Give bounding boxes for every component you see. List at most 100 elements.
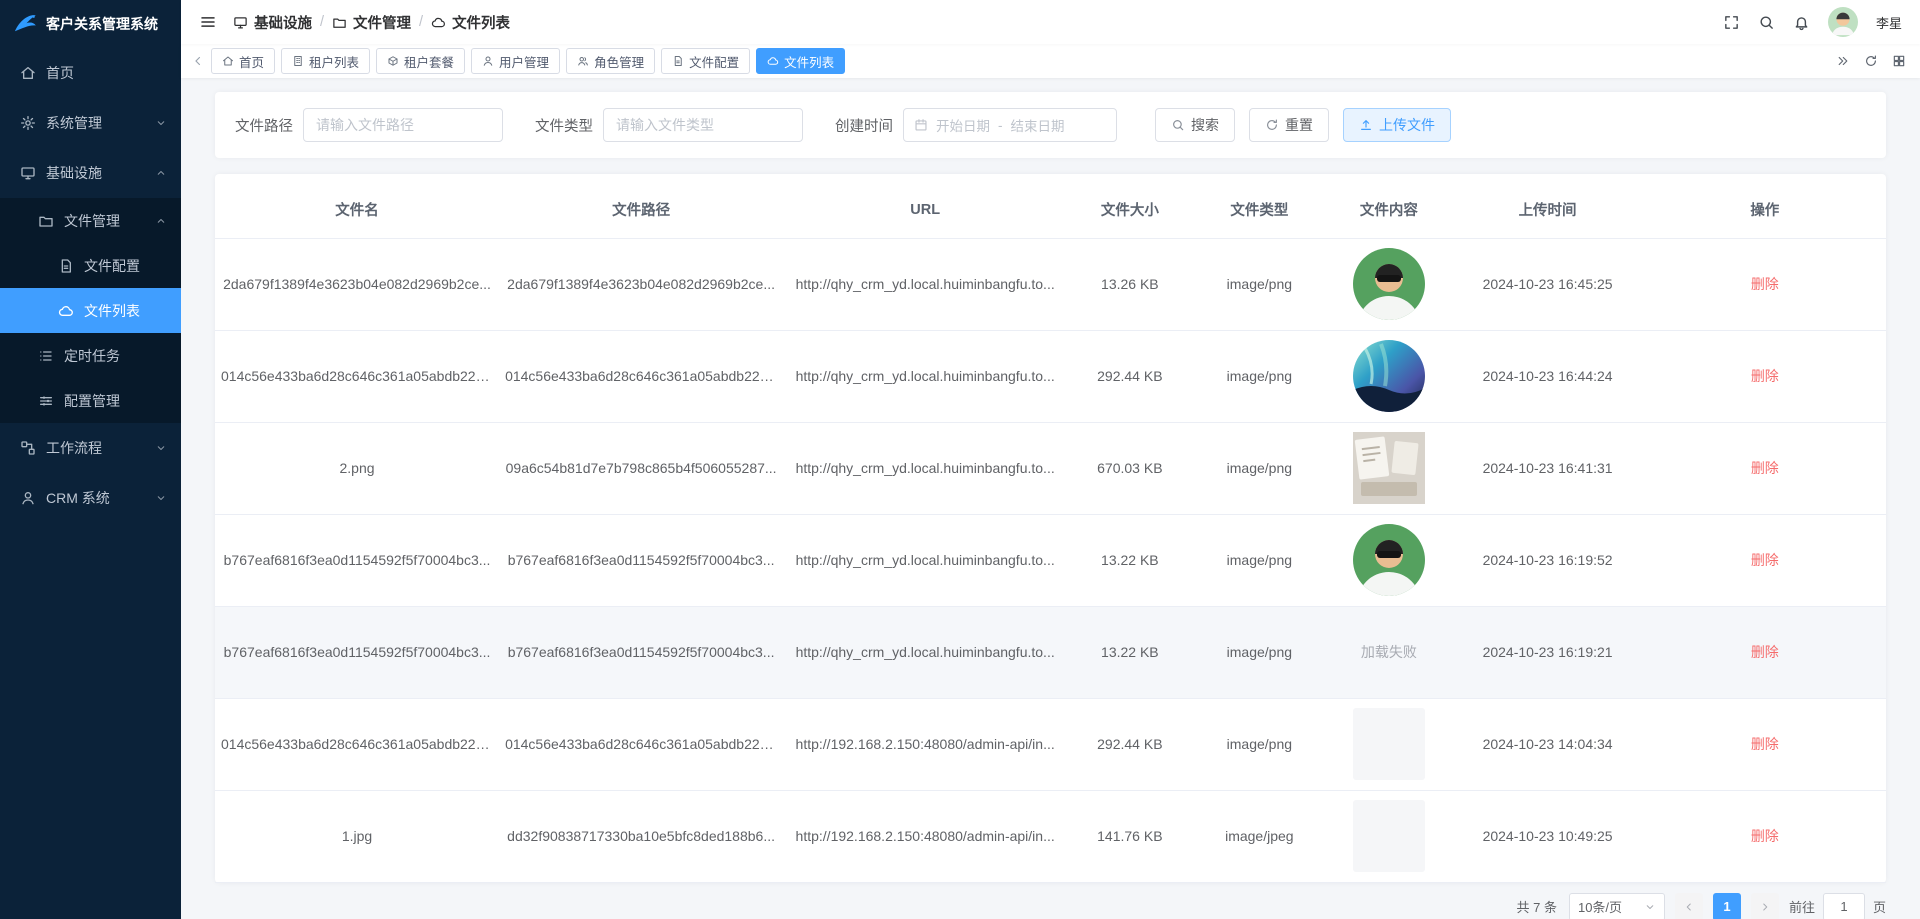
delete-button[interactable]: 删除 bbox=[1751, 644, 1779, 660]
file-content-cell: 加载失败 bbox=[1326, 606, 1452, 699]
refresh-icon[interactable] bbox=[1864, 54, 1878, 68]
search-button[interactable]: 搜索 bbox=[1155, 108, 1235, 142]
file-type-input[interactable] bbox=[603, 108, 803, 142]
upload-file-button[interactable]: 上传文件 bbox=[1343, 108, 1451, 142]
sidebar-item-label: 系统管理 bbox=[46, 115, 102, 131]
sidebar-item-label: 首页 bbox=[46, 65, 74, 81]
monitor-icon bbox=[233, 15, 248, 30]
tab-item[interactable]: 文件列表 bbox=[756, 48, 846, 74]
sidebar-item-home[interactable]: 首页 bbox=[0, 48, 181, 98]
file-thumbnail[interactable] bbox=[1352, 340, 1425, 412]
sidebar-item-scheduled-tasks[interactable]: 定时任务 bbox=[0, 333, 181, 378]
file-type-cell: image/png bbox=[1192, 330, 1327, 423]
file-path-input[interactable] bbox=[303, 108, 503, 142]
file-thumbnail[interactable] bbox=[1352, 708, 1425, 780]
file-thumbnail[interactable] bbox=[1352, 248, 1425, 320]
tabs-controls bbox=[1836, 54, 1910, 68]
file-content-cell bbox=[1326, 330, 1452, 423]
file-path-cell: dd32f90838717330ba10e5bfc8ded188b6... bbox=[499, 790, 784, 883]
tab-item[interactable]: 用户管理 bbox=[471, 48, 561, 74]
column-header: 文件路径 bbox=[499, 182, 784, 239]
cloud-icon bbox=[58, 303, 74, 319]
breadcrumb-item[interactable]: 文件管理 bbox=[332, 12, 411, 33]
username[interactable]: 李星 bbox=[1876, 13, 1902, 32]
column-header: 上传时间 bbox=[1451, 182, 1644, 239]
delete-button[interactable]: 删除 bbox=[1751, 552, 1779, 568]
tab-label: 用户管理 bbox=[499, 55, 550, 70]
page-size-select[interactable]: 10条/页 bbox=[1568, 892, 1665, 919]
tabs-scroll-right-icon[interactable] bbox=[1836, 54, 1850, 68]
file-name-cell: 014c56e433ba6d28c646c361a05abdb225... bbox=[215, 698, 500, 791]
goto-page-input[interactable] bbox=[1822, 892, 1865, 919]
chevron-down-icon bbox=[155, 442, 167, 454]
bell-icon[interactable] bbox=[1793, 14, 1810, 31]
column-header: 文件内容 bbox=[1326, 182, 1452, 239]
column-header: URL bbox=[783, 182, 1068, 239]
delete-button[interactable]: 删除 bbox=[1751, 368, 1779, 384]
breadcrumb-item[interactable]: 文件列表 bbox=[431, 12, 510, 33]
column-header: 文件名 bbox=[215, 182, 500, 239]
reset-button[interactable]: 重置 bbox=[1249, 108, 1329, 142]
file-thumbnail[interactable] bbox=[1352, 432, 1425, 504]
file-thumbnail[interactable] bbox=[1352, 800, 1425, 872]
chevron-down-icon bbox=[155, 492, 167, 504]
tab-item[interactable]: 角色管理 bbox=[566, 48, 656, 74]
fullscreen-icon[interactable] bbox=[1723, 14, 1740, 31]
tab-item[interactable]: 首页 bbox=[211, 48, 276, 74]
file-table: 文件名 文件路径 URL 文件大小 文件类型 文件内容 上传时间 操作 2da679f1389… bbox=[215, 182, 1886, 883]
topbar: 基础设施 / 文件管理 / 文件列表 李星 bbox=[181, 0, 1920, 44]
tab-label: 租户套餐 bbox=[404, 55, 455, 70]
sliders-icon bbox=[38, 393, 54, 409]
sidebar-item-file-config[interactable]: 文件配置 bbox=[0, 243, 181, 288]
chevron-up-icon bbox=[155, 215, 167, 227]
tab-item[interactable]: 文件配置 bbox=[661, 48, 751, 74]
file-name-cell: 014c56e433ba6d28c646c361a05abdb225... bbox=[215, 330, 500, 423]
next-page-button[interactable] bbox=[1750, 892, 1779, 919]
actions-cell: 删除 bbox=[1643, 606, 1886, 699]
sidebar-item-system-mgmt[interactable]: 系统管理 bbox=[0, 98, 181, 148]
tab-options-grid-icon[interactable] bbox=[1892, 54, 1906, 68]
sidebar-item-crm-system[interactable]: CRM 系统 bbox=[0, 473, 181, 523]
file-path-cell: b767eaf6816f3ea0d1154592f5f70004bc3... bbox=[499, 514, 784, 607]
file-path-label: 文件路径 bbox=[235, 118, 293, 135]
actions-cell: 删除 bbox=[1643, 330, 1886, 423]
sidebar-item-workflow[interactable]: 工作流程 bbox=[0, 423, 181, 473]
breadcrumb-item[interactable]: 基础设施 bbox=[233, 12, 312, 33]
calendar-icon bbox=[914, 118, 928, 132]
monitor-icon bbox=[20, 165, 36, 181]
search-icon[interactable] bbox=[1758, 14, 1775, 31]
file-type-cell: image/png bbox=[1192, 238, 1327, 331]
sidebar-item-file-list[interactable]: 文件列表 bbox=[0, 288, 181, 333]
prev-page-button[interactable] bbox=[1674, 892, 1703, 919]
upload-time-cell: 2024-10-23 16:41:31 bbox=[1451, 422, 1644, 515]
file-size-cell: 670.03 KB bbox=[1067, 422, 1193, 515]
workflow-icon bbox=[20, 440, 36, 456]
filter-create-time: 创建时间 开始日期 - 结束日期 bbox=[835, 108, 1117, 142]
file-thumbnail[interactable] bbox=[1352, 524, 1425, 596]
breadcrumb-label: 文件管理 bbox=[353, 15, 412, 32]
tabs-scroll-left-icon[interactable] bbox=[191, 54, 205, 68]
upload-time-cell: 2024-10-23 14:04:34 bbox=[1451, 698, 1644, 791]
delete-button[interactable]: 删除 bbox=[1751, 828, 1779, 844]
tab-item[interactable]: 租户列表 bbox=[281, 48, 371, 74]
delete-button[interactable]: 删除 bbox=[1751, 276, 1779, 292]
sidebar-item-infrastructure[interactable]: 基础设施 bbox=[0, 148, 181, 198]
page-number-button[interactable]: 1 bbox=[1712, 892, 1741, 919]
pagination: 共 7 条 10条/页 1 前往 页 bbox=[215, 892, 1886, 919]
delete-button[interactable]: 删除 bbox=[1751, 736, 1779, 752]
avatar[interactable] bbox=[1827, 7, 1858, 37]
app-title: 客户关系管理系统 bbox=[46, 16, 158, 32]
date-start-placeholder: 开始日期 bbox=[936, 119, 990, 134]
table-row: 1.jpg dd32f90838717330ba10e5bfc8ded188b6.… bbox=[215, 790, 1886, 883]
file-path-cell: 014c56e433ba6d28c646c361a05abdb225... bbox=[499, 330, 784, 423]
tab-item[interactable]: 租户套餐 bbox=[376, 48, 466, 74]
goto-label: 前往 bbox=[1788, 900, 1815, 915]
search-icon bbox=[1171, 118, 1185, 132]
delete-button[interactable]: 删除 bbox=[1751, 460, 1779, 476]
sidebar-item-file-mgmt[interactable]: 文件管理 bbox=[0, 198, 181, 243]
sidebar-item-config-mgmt[interactable]: 配置管理 bbox=[0, 378, 181, 423]
logo[interactable]: 客户关系管理系统 bbox=[0, 0, 181, 48]
date-range-picker[interactable]: 开始日期 - 结束日期 bbox=[903, 108, 1117, 142]
hamburger-menu-icon[interactable] bbox=[199, 13, 217, 31]
actions-cell: 删除 bbox=[1643, 514, 1886, 607]
